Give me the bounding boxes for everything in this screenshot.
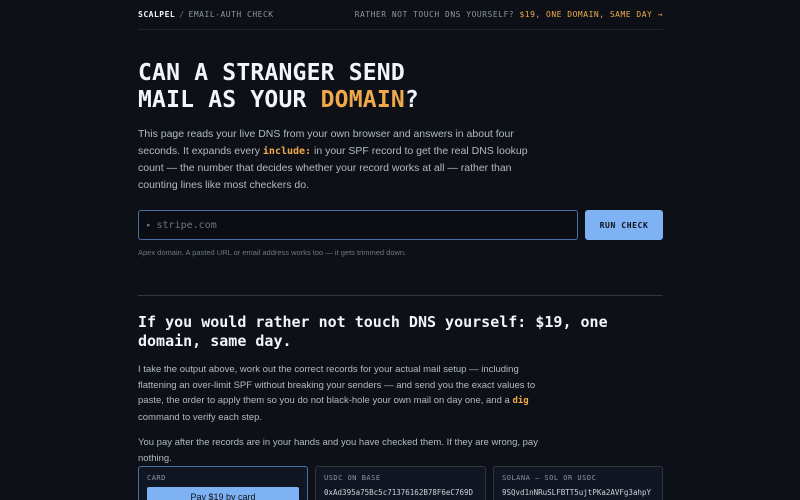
card-payment-option: CARD Pay $19 by card	[138, 466, 308, 500]
breadcrumb: SCALPEL / EMAIL-AUTH CHECK	[138, 10, 274, 19]
prompt-chevron-icon: ▸	[147, 222, 151, 229]
breadcrumb-current: EMAIL-AUTH CHECK	[188, 10, 274, 19]
service-paragraph: I take the output above, work out the co…	[138, 362, 543, 425]
include-code: include:	[262, 146, 312, 157]
payment-options: CARD Pay $19 by card USDC ON BASE 0xAd39…	[138, 466, 663, 500]
dig-code: dig	[512, 396, 529, 406]
section-divider	[138, 295, 663, 296]
payment-terms: You pay after the records are in your ha…	[138, 437, 538, 464]
title-accent: DOMAIN	[320, 87, 405, 113]
input-hint: Apex domain. A pasted URL or email addre…	[138, 248, 407, 257]
solana-label: SOLANA — SOL OR USDC	[502, 474, 597, 482]
solana-address[interactable]: 9SQvd1nNRuSLFBTT5ujtPKa2AVFg3ahpY	[502, 488, 654, 497]
brand-logo[interactable]: SCALPEL	[138, 10, 175, 19]
top-cta-highlight: $19, ONE DOMAIN, SAME DAY →	[519, 10, 663, 19]
title-suffix: ?	[404, 87, 419, 113]
top-bar: SCALPEL / EMAIL-AUTH CHECK RATHER NOT TOUC…	[138, 0, 663, 30]
intro-paragraph: This page reads your live DNS from your …	[138, 126, 528, 194]
domain-input-box[interactable]: ▸	[138, 210, 578, 240]
top-cta-prefix: RATHER NOT TOUCH DNS YOURSELF?	[354, 10, 515, 19]
domain-input[interactable]	[156, 219, 577, 231]
card-label: CARD	[147, 474, 166, 482]
usdc-payment-option: USDC ON BASE 0xAd395a75Bc5c71376162B78F6…	[315, 466, 486, 500]
usdc-address[interactable]: 0xAd395a75Bc5c71376162B78F6eC769D	[324, 488, 477, 497]
service-text-2: command to verify each step.	[138, 411, 263, 423]
pay-by-card-button[interactable]: Pay $19 by card	[147, 487, 299, 500]
page: SCALPEL / EMAIL-AUTH CHECK RATHER NOT TOUC…	[138, 0, 663, 466]
service-title: If you would rather not touch DNS yourse…	[138, 313, 608, 350]
check-form: ▸ RUN CHECK	[138, 210, 663, 240]
solana-payment-option: SOLANA — SOL OR USDC 9SQvd1nNRuSLFBTT5uj…	[493, 466, 663, 500]
title-line-1: CAN A STRANGER SEND	[138, 60, 405, 86]
page-title: CAN A STRANGER SEND MAIL AS YOUR DOMAIN?	[138, 60, 663, 114]
run-check-button[interactable]: RUN CHECK	[585, 210, 663, 240]
usdc-label: USDC ON BASE	[324, 474, 381, 482]
service-text-1: I take the output above, work out the co…	[138, 364, 536, 406]
title-line-2: MAIL AS YOUR	[138, 87, 321, 113]
top-cta-link[interactable]: RATHER NOT TOUCH DNS YOURSELF? $19, ONE …	[355, 10, 663, 19]
breadcrumb-separator: /	[179, 10, 185, 19]
